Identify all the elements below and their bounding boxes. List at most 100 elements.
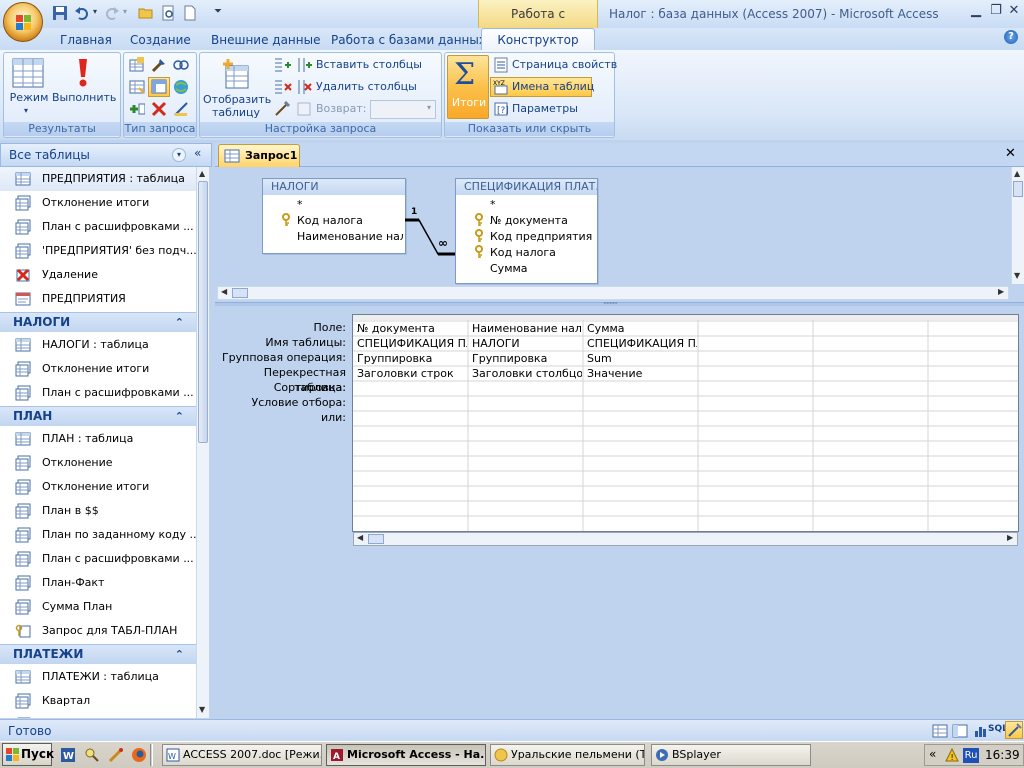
field-item[interactable]: Код налога [297,213,363,229]
nav-item[interactable]: План по заданному коду ... [0,523,196,547]
field-item[interactable]: Наименование нало [297,229,403,245]
help-icon[interactable]: ? [1004,30,1018,44]
nav-item[interactable]: Отклонение [0,451,196,475]
quicklaunch-firefox-icon[interactable] [131,747,147,763]
crosstab-query-button[interactable] [148,77,170,97]
append-query-icon[interactable] [129,101,145,117]
grid-cell[interactable]: Группировка [354,351,467,366]
field-item[interactable]: Код предприятия [490,229,592,245]
datasheet-view-small-icon[interactable] [932,723,948,739]
run-button[interactable]: Выполнить [52,55,116,117]
tab-database-tools[interactable]: Работа с базами данных [331,31,486,50]
scroll-right-icon[interactable]: ▶ [1007,533,1013,542]
quicklaunch-search-icon[interactable] [84,747,100,763]
table-box-specification[interactable]: СПЕЦИФИКАЦИЯ ПЛАТ... * № документа Код п… [455,178,598,284]
grid-cell[interactable]: Сумма [584,321,697,336]
scroll-up-icon[interactable]: ▲ [199,169,205,178]
open-folder-icon[interactable] [138,5,156,21]
upper-hscrollbar[interactable]: ◀ ▶ [217,286,1009,300]
nav-item[interactable]: ПРЕДПРИЯТИЯ [0,287,196,311]
field-item[interactable]: * [490,197,496,213]
grid-cell[interactable]: Заголовки строк [354,366,467,381]
grid-cell[interactable]: Заголовки столбцов [469,366,582,381]
scroll-down-icon[interactable]: ▼ [1014,271,1020,280]
upper-vscroll-thumb[interactable] [1013,181,1023,197]
nav-item[interactable]: ПЛАН : таблица [0,427,196,451]
nav-group-header[interactable]: ПЛАН ⌃ [0,406,196,426]
make-table-query-icon[interactable] [129,57,145,73]
quicklaunch-pen-icon[interactable] [108,747,124,763]
scroll-left-icon[interactable]: ◀ [221,287,227,296]
quicklaunch-word-icon[interactable]: W [60,747,76,763]
select-query-icon[interactable] [129,79,145,95]
document-tab-query1[interactable]: Запрос1 [218,144,300,167]
nav-item[interactable]: Отклонение итоги [0,475,196,499]
nav-scrollbar[interactable]: ▲ ▼ [196,167,209,718]
save-icon[interactable] [52,5,70,21]
tray-alert-icon[interactable]: ! [945,748,959,762]
nav-item[interactable]: План в $$ [0,499,196,523]
nav-scroll-thumb[interactable] [198,181,208,443]
taskbar-item-word-doc[interactable]: W ACCESS 2007.doc [Режи... [162,744,322,766]
query-design-grid[interactable]: № документаСПЕЦИФИКАЦИЯ ПЛАГруппировкаЗа… [352,314,1019,532]
nav-item[interactable]: Месяц платежа [0,713,196,718]
table-names-button[interactable]: XYZ Имена таблиц [490,77,594,97]
restore-button[interactable]: ❐ [986,2,1006,20]
nav-item[interactable]: НАЛОГИ : таблица [0,333,196,357]
nav-group-header[interactable]: НАЛОГИ ⌃ [0,312,196,332]
field-item[interactable]: Код налога [490,245,556,261]
language-indicator[interactable]: Ru [963,748,979,763]
nav-item[interactable]: Квартал [0,689,196,713]
nav-item[interactable]: План с расшифровками ... [0,381,196,405]
shutter-collapse-icon[interactable]: « [194,146,201,160]
table-title[interactable]: НАЛОГИ [263,179,405,195]
tab-home[interactable]: Главная [60,31,112,50]
taskbar-item-access[interactable]: A Microsoft Access - На... [326,744,486,766]
upper-vscrollbar[interactable]: ▲ ▼ [1011,167,1024,284]
nav-group-header[interactable]: ПЛАТЕЖИ ⌃ [0,644,196,664]
builder-icon[interactable] [274,101,291,117]
nav-item[interactable]: ПРЕДПРИЯТИЯ : таблица [0,167,196,191]
tab-external-data[interactable]: Внешние данные [211,31,320,50]
new-document-icon[interactable] [182,5,200,21]
taskbar-item-bsplayer[interactable]: BSplayer [651,744,811,766]
nav-item[interactable]: План с расшифровками ... [0,215,196,239]
close-window-button[interactable]: ✕ [1004,2,1024,20]
start-button[interactable]: Пуск [2,743,54,766]
data-definition-query-icon[interactable] [173,101,189,117]
tab-create[interactable]: Создание [130,31,191,50]
scroll-left-icon[interactable]: ◀ [357,533,363,542]
office-button[interactable] [3,2,43,42]
grid-hscroll-thumb[interactable] [368,534,384,544]
table-title[interactable]: СПЕЦИФИКАЦИЯ ПЛАТ... [456,179,597,195]
nav-item[interactable]: 'ПРЕДПРИЯТИЯ' без подч... [0,239,196,263]
grid-cell[interactable]: НАЛОГИ [469,336,582,351]
union-query-icon[interactable] [173,57,189,73]
grid-cell[interactable]: СПЕЦИФИКАЦИЯ ПЛА [584,336,697,351]
redo-icon[interactable] [104,5,122,21]
nav-item[interactable]: Отклонение итоги [0,357,196,381]
field-item[interactable]: Сумма [490,261,528,277]
parameters-button[interactable]: [?] Параметры [492,99,614,119]
grid-cell[interactable]: Наименование нало [469,321,582,336]
delete-query-icon[interactable] [151,101,167,117]
close-document-icon[interactable]: ✕ [1005,146,1016,161]
undo-dropdown-icon[interactable]: ▾ [93,7,97,16]
taskbar-item-pelmeni[interactable]: Уральские пельмени (Т... [490,744,645,766]
nav-pane-header[interactable]: Все таблицы ▾ « [0,143,212,167]
field-item[interactable]: № документа [490,213,568,229]
pass-through-query-icon[interactable] [173,79,189,95]
grid-cell[interactable]: Значение [584,366,697,381]
customize-qat-icon[interactable]: ⏷ [214,6,222,17]
minimize-button[interactable]: ▁ [966,2,986,20]
tab-design[interactable]: Конструктор [481,28,595,51]
delete-columns-button[interactable]: Удалить столбцы [274,77,424,97]
redo-dropdown-icon[interactable]: ▾ [123,7,127,16]
nav-item[interactable]: ПЛАТЕЖИ : таблица [0,665,196,689]
nav-item[interactable]: Отклонение итоги [0,191,196,215]
scroll-down-icon[interactable]: ▼ [199,705,205,714]
nav-item[interactable]: Запрос для ТАБЛ-ПЛАН [0,619,196,643]
mode-button[interactable]: Режим ▾ [7,55,51,117]
tray-expand-icon[interactable]: « [929,747,936,761]
update-query-icon[interactable] [151,57,167,73]
